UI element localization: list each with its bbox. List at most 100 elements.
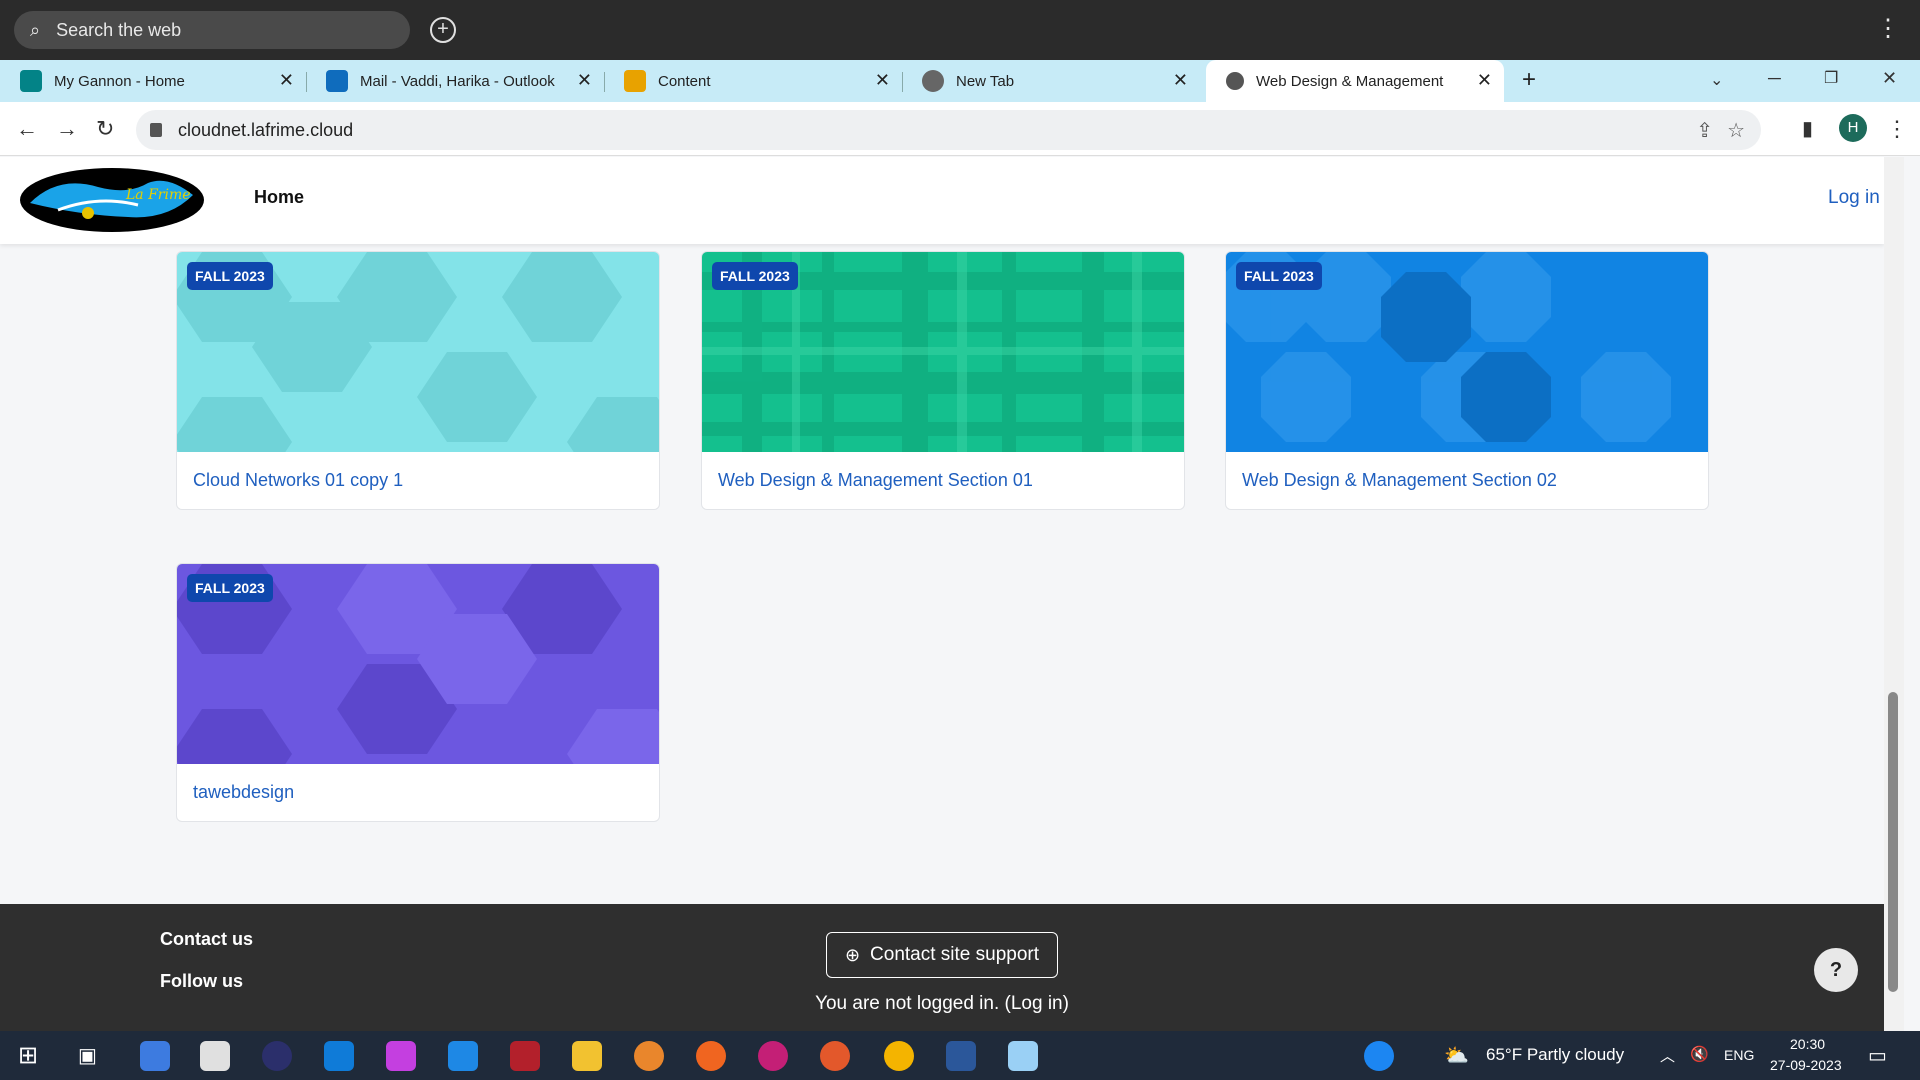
store-icon[interactable] xyxy=(200,1041,230,1071)
url-field[interactable]: cloudnet.lafrime.cloud ⇪ ☆ xyxy=(136,110,1761,150)
course-card[interactable]: FALL 2023 tawebdesign xyxy=(176,563,660,822)
page-scrollbar[interactable] xyxy=(1884,157,1904,1031)
eclipse-icon[interactable] xyxy=(262,1041,292,1071)
opera-icon[interactable] xyxy=(820,1041,850,1071)
close-icon[interactable]: ✕ xyxy=(1173,70,1188,91)
globe-icon xyxy=(1226,72,1244,90)
lifebuoy-icon: ⊕ xyxy=(844,944,861,965)
web-search-box[interactable]: ⌕ Search the web xyxy=(14,11,410,49)
course-image: FALL 2023 xyxy=(177,252,659,452)
chevron-down-icon[interactable]: ⌄ xyxy=(1710,70,1723,90)
bar-chart-icon xyxy=(624,70,646,92)
new-tab-icon[interactable]: + xyxy=(1522,66,1536,94)
course-card[interactable]: FALL 2023 Web Design & Management Sectio… xyxy=(701,251,1185,510)
shield-app-icon[interactable] xyxy=(634,1041,664,1071)
browser-menu-icon[interactable]: ⋮ xyxy=(1886,116,1908,142)
help-button[interactable]: ? xyxy=(1814,948,1858,992)
term-badge: FALL 2023 xyxy=(712,262,798,290)
file-explorer-icon[interactable] xyxy=(572,1041,602,1071)
login-link[interactable]: Log in xyxy=(1828,187,1880,209)
add-circle-icon[interactable]: + xyxy=(430,17,456,43)
tab-label: My Gannon - Home xyxy=(54,72,185,90)
web-page: La Frime Home Log in FALL 2023 Cloud Net… xyxy=(0,157,1884,1031)
restore-icon[interactable]: ❐ xyxy=(1824,68,1838,88)
course-title-link[interactable]: Web Design & Management Section 02 xyxy=(1242,470,1557,491)
scrollbar-thumb[interactable] xyxy=(1888,692,1898,992)
svg-text:La Frime: La Frime xyxy=(125,187,191,203)
firefox-icon[interactable] xyxy=(696,1041,726,1071)
minimize-icon[interactable]: ─ xyxy=(1768,68,1781,89)
footer-contact-us[interactable]: Contact us xyxy=(160,929,253,950)
weather-text[interactable]: 65°F Partly cloudy xyxy=(1486,1045,1624,1065)
language-indicator[interactable]: ENG xyxy=(1724,1047,1754,1063)
tab-new-tab[interactable]: New Tab ✕ xyxy=(902,60,1200,102)
clock-date[interactable]: 27-09-2023 xyxy=(1770,1057,1842,1073)
star-icon[interactable]: ☆ xyxy=(1727,118,1745,143)
tray-chevron-icon[interactable]: ︿ xyxy=(1660,1045,1675,1066)
term-badge: FALL 2023 xyxy=(187,574,273,602)
course-title-link[interactable]: Web Design & Management Section 01 xyxy=(718,470,1033,491)
more-vertical-icon[interactable]: ⋮ xyxy=(1876,14,1900,43)
tab-web-design[interactable]: Web Design & Management ✕ xyxy=(1206,60,1504,102)
mail-icon[interactable] xyxy=(448,1041,478,1071)
side-panel-icon[interactable]: ▮ xyxy=(1802,116,1813,141)
copilot-icon[interactable] xyxy=(140,1041,170,1071)
course-image: FALL 2023 xyxy=(1226,252,1708,452)
wps-icon[interactable] xyxy=(758,1041,788,1071)
tab-outlook-mail[interactable]: Mail - Vaddi, Harika - Outlook ✕ xyxy=(306,60,604,102)
course-card[interactable]: FALL 2023 Cloud Networks 01 copy 1 xyxy=(176,251,660,510)
chrome-icon xyxy=(922,70,944,92)
tab-my-gannon[interactable]: My Gannon - Home ✕ xyxy=(0,60,306,102)
course-image: FALL 2023 xyxy=(702,252,1184,452)
notepad-icon[interactable] xyxy=(1008,1041,1038,1071)
help-app-icon[interactable] xyxy=(1364,1041,1394,1071)
share-icon[interactable]: ⇪ xyxy=(1696,118,1713,143)
reload-icon[interactable]: ↻ xyxy=(96,116,114,142)
windows-start-icon[interactable]: ⊞ xyxy=(18,1041,38,1070)
site-logo[interactable]: La Frime xyxy=(18,165,206,235)
term-badge: FALL 2023 xyxy=(187,262,273,290)
web-search-placeholder: Search the web xyxy=(56,19,182,40)
clock-time[interactable]: 20:30 xyxy=(1790,1036,1825,1052)
close-icon[interactable]: ✕ xyxy=(1477,70,1492,91)
tab-strip: My Gannon - Home ✕ Mail - Vaddi, Harika … xyxy=(0,60,1920,102)
course-image: FALL 2023 xyxy=(177,564,659,764)
term-badge: FALL 2023 xyxy=(1236,262,1322,290)
outlook-icon xyxy=(326,70,348,92)
forward-icon[interactable]: → xyxy=(56,116,78,142)
site-footer: Contact us Follow us ⊕ Contact site supp… xyxy=(0,904,1884,1031)
task-view-icon[interactable]: ▣ xyxy=(78,1043,97,1068)
tab-label: Content xyxy=(658,72,711,90)
os-top-bar: ⌕ Search the web + ⋮ xyxy=(0,0,1920,60)
address-bar: ← → ↻ cloudnet.lafrime.cloud ⇪ ☆ ▮ H ⋮ xyxy=(0,102,1920,156)
tab-content[interactable]: Content ✕ xyxy=(604,60,902,102)
weather-icon: ⛅ xyxy=(1444,1045,1469,1067)
course-title-link[interactable]: tawebdesign xyxy=(193,782,294,803)
word-icon[interactable] xyxy=(946,1041,976,1071)
tab-label: Mail - Vaddi, Harika - Outlook xyxy=(360,72,555,90)
contact-support-button[interactable]: ⊕ Contact site support xyxy=(826,932,1058,978)
support-label: Contact site support xyxy=(870,944,1040,965)
chrome-taskbar-icon[interactable] xyxy=(884,1041,914,1071)
tab-label: New Tab xyxy=(956,72,1015,90)
course-title-link[interactable]: Cloud Networks 01 copy 1 xyxy=(193,470,403,491)
back-icon[interactable]: ← xyxy=(16,116,38,142)
close-icon[interactable]: ✕ xyxy=(279,70,294,91)
notifications-icon[interactable]: ▭ xyxy=(1868,1043,1887,1068)
close-icon[interactable]: ✕ xyxy=(577,70,592,91)
myhp-icon[interactable] xyxy=(324,1041,354,1071)
app-gem-icon[interactable] xyxy=(386,1041,416,1071)
profile-avatar[interactable]: H xyxy=(1839,114,1867,142)
search-icon: ⌕ xyxy=(30,19,41,40)
nav-home-link[interactable]: Home xyxy=(254,187,304,208)
speaker-muted-icon[interactable]: 🔇 xyxy=(1690,1045,1709,1063)
window-close-icon[interactable]: ✕ xyxy=(1882,68,1897,89)
close-icon[interactable]: ✕ xyxy=(875,70,890,91)
lock-icon xyxy=(150,123,162,137)
tab-label: Web Design & Management xyxy=(1256,72,1444,90)
course-card[interactable]: FALL 2023 Web Design & Management Sectio… xyxy=(1225,251,1709,510)
footer-follow-us[interactable]: Follow us xyxy=(160,971,243,992)
url-text: cloudnet.lafrime.cloud xyxy=(178,119,354,140)
site-navbar: La Frime Home Log in xyxy=(0,157,1884,244)
access-icon[interactable] xyxy=(510,1041,540,1071)
